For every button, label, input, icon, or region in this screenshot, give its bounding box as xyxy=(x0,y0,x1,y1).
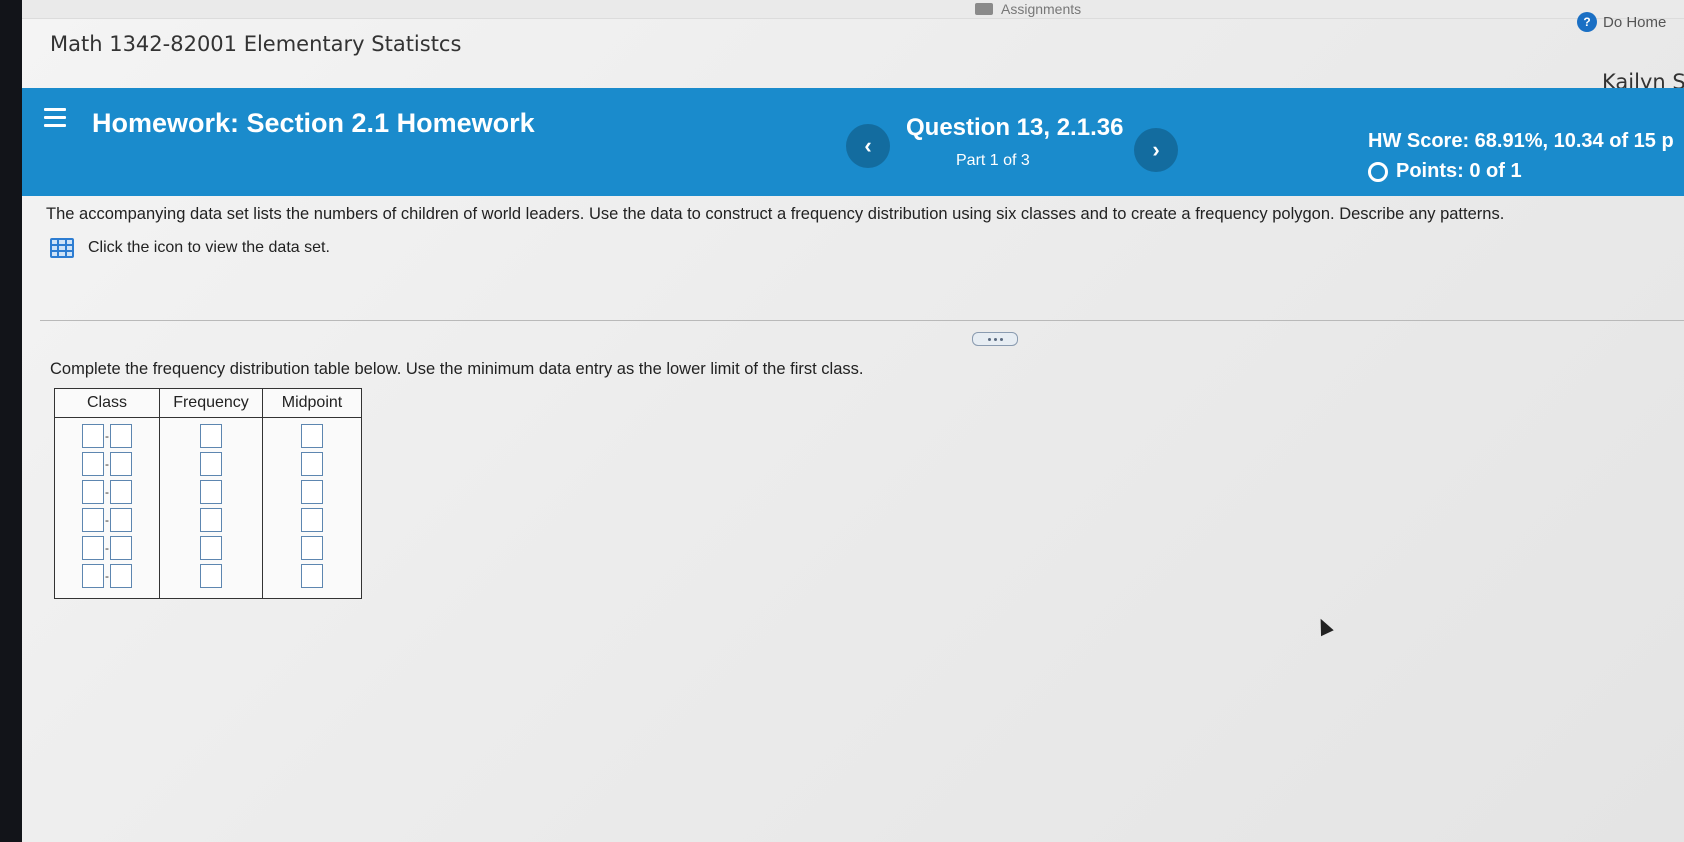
class-column: - - - - - - xyxy=(54,417,160,599)
points-status: Points: 0 of 1 xyxy=(1368,160,1522,183)
do-homework-link[interactable]: ? Do Home xyxy=(1577,12,1666,32)
class-lower-input[interactable] xyxy=(82,536,104,560)
expand-toggle-button[interactable] xyxy=(972,332,1018,346)
view-dataset-label: Click the icon to view the data set. xyxy=(88,239,330,256)
class-separator: - xyxy=(105,541,109,555)
points-label: Points: 0 of 1 xyxy=(1396,160,1522,182)
midpoint-input[interactable] xyxy=(301,452,323,476)
class-header: Class xyxy=(54,388,160,418)
mouse-cursor-icon xyxy=(1314,615,1334,637)
class-upper-input[interactable] xyxy=(110,508,132,532)
class-row-5: - xyxy=(82,536,132,560)
class-row-6: - xyxy=(82,564,132,588)
frequency-input[interactable] xyxy=(200,564,222,588)
class-separator: - xyxy=(105,429,109,443)
class-row-2: - xyxy=(82,452,132,476)
class-lower-input[interactable] xyxy=(82,452,104,476)
assignments-tab-label: Assignments xyxy=(1001,1,1082,17)
class-lower-input[interactable] xyxy=(82,424,104,448)
section-divider xyxy=(40,320,1684,321)
frequency-header: Frequency xyxy=(159,388,263,418)
do-homework-label: Do Home xyxy=(1603,13,1667,31)
homework-toolbar: Homework: Section 2.1 Homework ‹ Questio… xyxy=(22,88,1684,196)
previous-question-button[interactable]: ‹ xyxy=(846,124,890,168)
class-separator: - xyxy=(105,485,109,499)
class-row-3: - xyxy=(82,480,132,504)
frequency-input[interactable] xyxy=(200,424,222,448)
frequency-input[interactable] xyxy=(200,452,222,476)
class-separator: - xyxy=(105,513,109,527)
class-lower-input[interactable] xyxy=(82,480,104,504)
frequency-distribution-table: Class Frequency Midpoint - - - - - - xyxy=(54,388,362,599)
course-title: Math 1342-82001 Elementary Statistcs xyxy=(50,32,462,56)
midpoint-header: Midpoint xyxy=(262,388,362,418)
class-separator: - xyxy=(105,457,109,471)
frequency-input[interactable] xyxy=(200,480,222,504)
class-row-4: - xyxy=(82,508,132,532)
hw-score: HW Score: 68.91%, 10.34 of 15 p xyxy=(1368,130,1674,152)
homework-title: Homework: Section 2.1 Homework xyxy=(92,108,535,138)
question-title: Question 13, 2.1.36 xyxy=(906,114,1124,141)
frequency-input[interactable] xyxy=(200,536,222,560)
class-upper-input[interactable] xyxy=(110,536,132,560)
midpoint-input[interactable] xyxy=(301,536,323,560)
assignments-icon xyxy=(975,3,993,15)
class-upper-input[interactable] xyxy=(110,564,132,588)
data-table-icon[interactable] xyxy=(50,238,74,258)
hamburger-menu-icon[interactable] xyxy=(44,108,66,132)
class-row-1: - xyxy=(82,424,132,448)
class-lower-input[interactable] xyxy=(82,508,104,532)
class-upper-input[interactable] xyxy=(110,424,132,448)
assignments-tab[interactable]: Assignments xyxy=(975,0,1081,18)
class-upper-input[interactable] xyxy=(110,480,132,504)
help-icon: ? xyxy=(1577,12,1597,32)
problem-statement: The accompanying data set lists the numb… xyxy=(46,205,1505,223)
frequency-column xyxy=(159,417,263,599)
browser-top-strip xyxy=(22,0,1684,19)
midpoint-input[interactable] xyxy=(301,508,323,532)
table-instruction: Complete the frequency distribution tabl… xyxy=(50,360,864,378)
screen: Assignments ? Do Home Math 1342-82001 El… xyxy=(22,0,1684,842)
next-question-button[interactable]: › xyxy=(1134,128,1178,172)
frequency-input[interactable] xyxy=(200,508,222,532)
midpoint-input[interactable] xyxy=(301,480,323,504)
class-separator: - xyxy=(105,569,109,583)
class-upper-input[interactable] xyxy=(110,452,132,476)
points-circle-icon xyxy=(1368,161,1388,182)
class-lower-input[interactable] xyxy=(82,564,104,588)
midpoint-column xyxy=(262,417,362,599)
midpoint-input[interactable] xyxy=(301,424,323,448)
question-part: Part 1 of 3 xyxy=(956,152,1030,169)
midpoint-input[interactable] xyxy=(301,564,323,588)
view-dataset-link[interactable]: Click the icon to view the data set. xyxy=(50,238,330,258)
